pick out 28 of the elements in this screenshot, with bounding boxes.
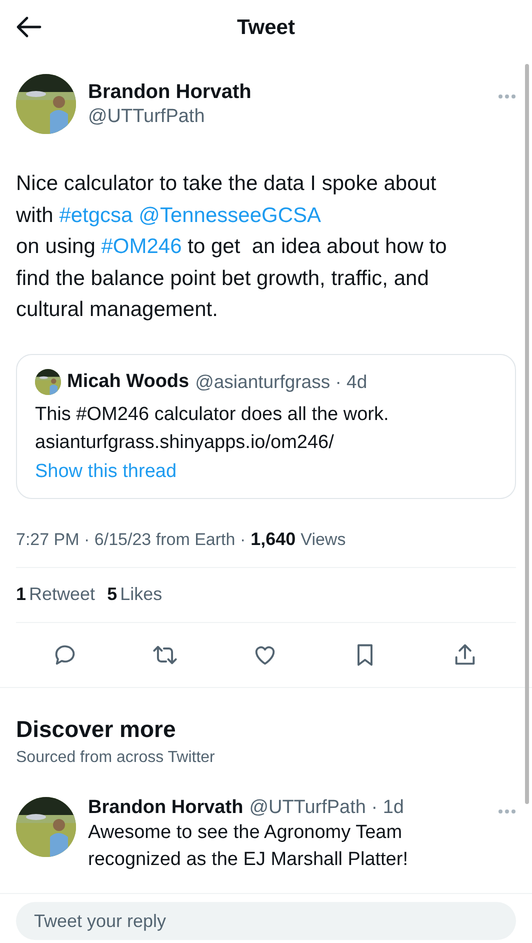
tweet-text: cultural management. (16, 297, 218, 323)
section-subtitle: Sourced from across Twitter (15, 748, 216, 766)
quoted-tweet-text: This #OM246 calculator does all the work. (35, 402, 390, 426)
scrollbar[interactable] (525, 64, 529, 804)
reply-field[interactable]: Tweet your reply (16, 902, 516, 940)
tweet-text: to get an idea about how to (186, 234, 447, 260)
quoted-author-name: Micah Woods (67, 370, 190, 392)
tweet-text: on using (16, 234, 96, 260)
views-count: 1,640 (250, 528, 296, 550)
engagement-stat[interactable]: 5 Likes (107, 584, 162, 605)
quoted-handle-time: @asianturfgrass · 4d (195, 370, 368, 392)
timestamp: 7:27 PM · 6/15/23 from Earth · (16, 530, 246, 550)
quoted-tweet-text: asianturfgrass.shinyapps.io/om246/ (35, 430, 335, 454)
tweet-text: Nice calculator to take the data I spoke about (16, 171, 436, 197)
back-arrow-icon[interactable] (16, 16, 42, 38)
page-title: Tweet (237, 16, 295, 40)
engagement-stat[interactable]: 1 Retweet (16, 584, 96, 605)
tweet-text: recognized as the EJ Marshall Platter! (88, 848, 409, 872)
tweet-text: with (16, 202, 54, 228)
section-title: Discover more (15, 714, 177, 742)
author-name[interactable]: Brandon Horvath (88, 80, 486, 104)
tweet-text: Awesome to see the Agronomy Team (88, 820, 404, 844)
handle-time: @UTTurfPath · 1d (249, 796, 404, 818)
tweet-text: find the balance point bet growth, traffic, and (16, 266, 429, 292)
author-handle[interactable]: @UTTurfPath (88, 106, 486, 128)
views-label: Views (300, 530, 346, 550)
quoted-tweet-card[interactable]: Micah Woods @asianturfgrass · 4d This #OM246 calculator does all the work. asianturfgrass.shinyapps.io/om246/ Show this thread (16, 354, 516, 498)
author-name[interactable]: Brandon Horvath (88, 796, 244, 818)
